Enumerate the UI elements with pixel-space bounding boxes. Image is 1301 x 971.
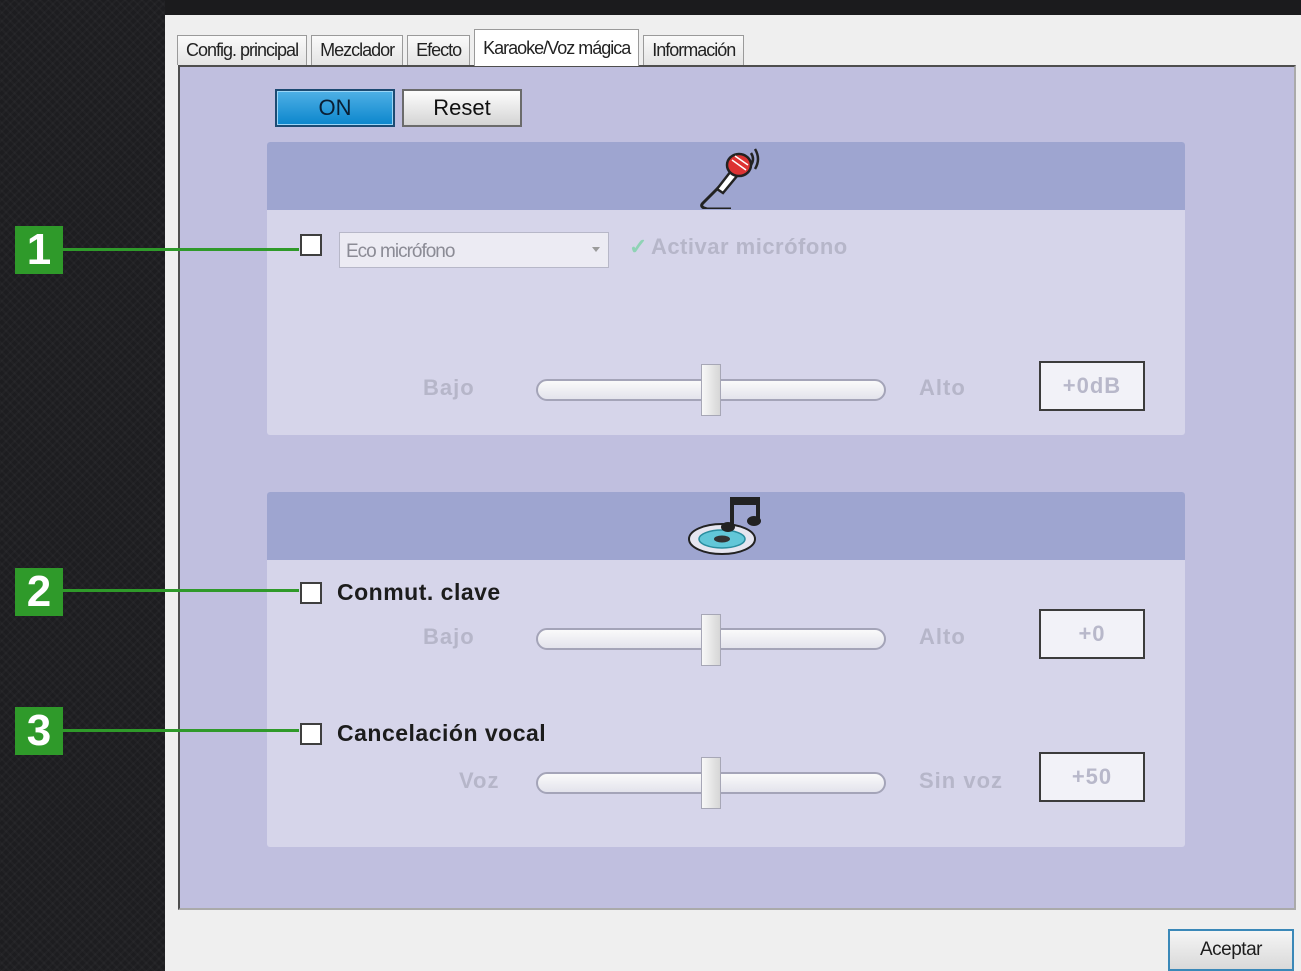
microphone-icon	[700, 148, 760, 209]
tab-karaoke-voz-magica[interactable]: Karaoke/Voz mágica	[474, 29, 640, 66]
background-pattern	[0, 0, 165, 971]
key-change-label: Conmut. clave	[337, 579, 501, 605]
on-button[interactable]: ON	[275, 89, 395, 127]
tab-efecto[interactable]: Efecto	[407, 35, 471, 65]
settings-window: Config. principal Mezclador Efecto Karao…	[165, 15, 1301, 971]
mic-slider-low-label: Bajo	[423, 375, 475, 400]
microphone-section-header	[267, 142, 1185, 210]
key-value-display: +0	[1039, 609, 1145, 659]
vocal-slider-thumb[interactable]	[701, 757, 721, 809]
mic-value-display: +0dB	[1039, 361, 1145, 411]
music-section-header	[267, 492, 1185, 560]
callout-2: 2	[15, 568, 63, 616]
vocal-value-display: +50	[1039, 752, 1145, 802]
checkmark-icon: ✓	[629, 234, 648, 259]
karaoke-tab-panel: ON Reset Eco micrófono ✓ Activar micrófon…	[178, 65, 1296, 910]
mic-slider-high-label: Alto	[919, 375, 966, 400]
chevron-down-icon	[592, 247, 600, 252]
key-slider-thumb[interactable]	[701, 614, 721, 666]
key-slider-low-label: Bajo	[423, 624, 475, 649]
vocal-cancel-checkbox[interactable]	[300, 723, 322, 745]
callout-3-line	[63, 729, 299, 732]
reset-button[interactable]: Reset	[402, 89, 522, 127]
key-change-checkbox[interactable]	[300, 582, 322, 604]
callout-3: 3	[15, 707, 63, 755]
tab-mezclador[interactable]: Mezclador	[311, 35, 404, 65]
callout-2-line	[63, 589, 299, 592]
callout-1: 1	[15, 226, 63, 274]
music-cd-icon	[688, 497, 761, 555]
mic-slider-thumb[interactable]	[701, 364, 721, 416]
accept-button[interactable]: Aceptar	[1168, 929, 1294, 971]
eco-mic-dropdown[interactable]: Eco micrófono	[339, 232, 609, 268]
tab-config-principal[interactable]: Config. principal	[177, 35, 308, 65]
vocal-cancel-label: Cancelación vocal	[337, 720, 547, 746]
eco-mic-checkbox[interactable]	[300, 234, 322, 256]
vocal-slider-high-label: Sin voz	[919, 768, 1004, 793]
tab-strip: Config. principal Mezclador Efecto Karao…	[177, 29, 748, 66]
vocal-slider-low-label: Voz	[459, 768, 500, 793]
activate-mic-option[interactable]: ✓ Activar micrófono	[629, 234, 848, 260]
music-section: Conmut. clave Bajo Alto +0 Cancelación v…	[267, 492, 1185, 847]
activate-mic-label: Activar micrófono	[650, 234, 848, 259]
callout-1-line	[63, 248, 299, 251]
tab-informacion[interactable]: Información	[643, 35, 745, 65]
key-slider-high-label: Alto	[919, 624, 966, 649]
microphone-section: Eco micrófono ✓ Activar micrófono Bajo Al…	[267, 142, 1185, 435]
eco-mic-dropdown-value: Eco micrófono	[346, 241, 455, 262]
